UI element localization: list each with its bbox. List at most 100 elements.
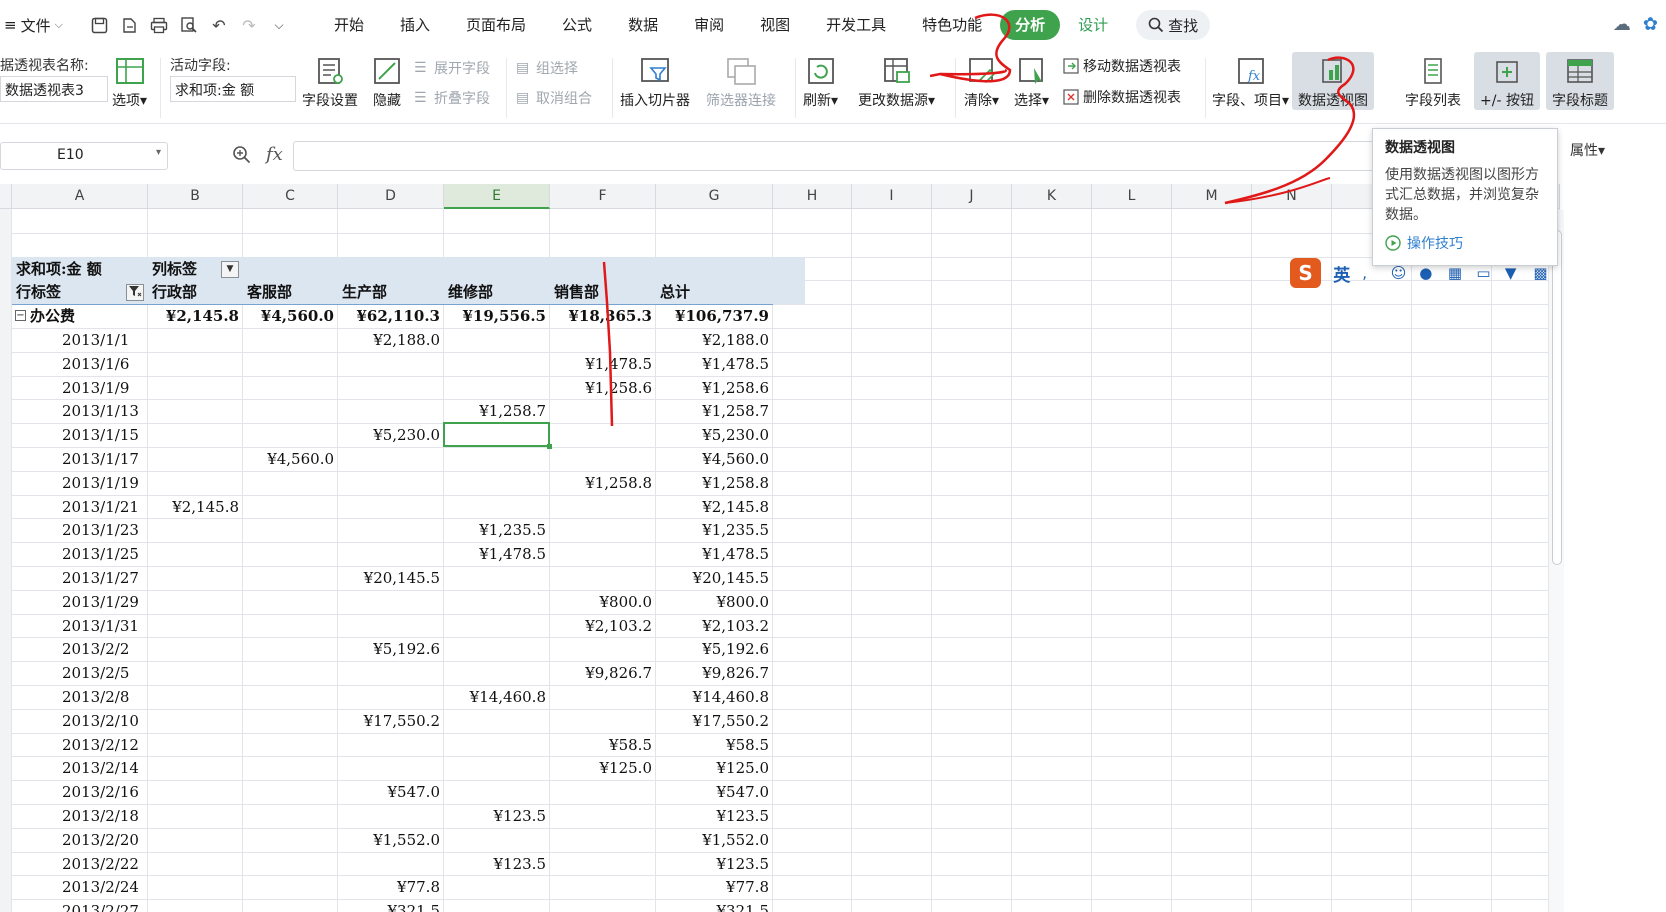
tab-page-layout[interactable]: 页面布局 xyxy=(448,10,544,40)
pivot-value-cell[interactable]: ¥58.5 xyxy=(660,733,769,758)
pivot-row-date[interactable]: 2013/2/18 xyxy=(62,804,144,829)
pivot-value-cell[interactable]: ¥547.0 xyxy=(660,780,770,805)
redo-icon[interactable]: ↷ xyxy=(240,16,258,35)
row-labels-filter-dropdown[interactable] xyxy=(126,284,144,302)
pivot-value-cell[interactable]: ¥1,552.0 xyxy=(660,828,769,853)
column-header-l[interactable]: L xyxy=(1092,184,1172,209)
function-icon[interactable]: fx xyxy=(266,144,283,165)
column-header-m[interactable]: M xyxy=(1172,184,1252,209)
pivot-value-cell[interactable]: ¥5,230.0 xyxy=(660,423,769,448)
tab-home[interactable]: 开始 xyxy=(316,10,382,40)
tab-insert[interactable]: 插入 xyxy=(382,10,448,40)
pivot-row-date[interactable]: 2013/1/31 xyxy=(62,614,144,639)
pivot-value-cell[interactable]: ¥1,235.5 xyxy=(448,518,546,543)
pivot-row-date[interactable]: 2013/1/25 xyxy=(62,542,144,567)
filter-connection-button[interactable]: 筛选器连接 xyxy=(706,56,776,110)
pivot-row-labels[interactable]: 行标签 xyxy=(16,280,144,305)
pivot-row-date[interactable]: 2013/1/17 xyxy=(62,447,144,472)
pivot-value-cell[interactable]: ¥9,826.7 xyxy=(554,661,652,686)
pivot-value-cell[interactable]: ¥17,550.2 xyxy=(342,709,440,734)
vertical-scrollbar[interactable] xyxy=(1548,210,1564,912)
pivot-column-header[interactable]: 总计 xyxy=(660,280,769,305)
pivot-value-cell[interactable]: ¥77.8 xyxy=(342,875,440,900)
zoom-search-icon[interactable] xyxy=(232,145,252,165)
pivot-row-date[interactable]: 2013/1/19 xyxy=(62,471,144,496)
pivot-column-header[interactable]: 客服部 xyxy=(247,280,334,305)
pivot-row-date[interactable]: 2013/2/16 xyxy=(62,780,144,805)
pivot-row-date[interactable]: 2013/2/20 xyxy=(62,828,144,853)
pivot-row-date[interactable]: 2013/2/10 xyxy=(62,709,144,734)
pivot-group-total[interactable]: ¥19,556.5 xyxy=(448,304,546,329)
pivot-group-total[interactable]: ¥106,737.9 xyxy=(660,304,769,329)
pivot-column-header[interactable]: 维修部 xyxy=(448,280,546,305)
pivot-value-cell[interactable]: ¥58.5 xyxy=(554,733,652,758)
move-pivot-button[interactable]: 移动数据透视表 xyxy=(1063,56,1181,76)
pivot-row-date[interactable]: 2013/2/8 xyxy=(62,685,144,710)
ime-language[interactable]: 英 xyxy=(1333,261,1350,286)
clear-button[interactable]: 清除▾ xyxy=(964,56,999,110)
selection-fill-handle[interactable] xyxy=(547,444,552,449)
field-settings-button[interactable]: 字段设置 xyxy=(302,56,358,110)
pivot-row-date[interactable]: 2013/1/15 xyxy=(62,423,144,448)
pivot-group-total[interactable]: ¥62,110.3 xyxy=(342,304,440,329)
plus-minus-buttons-toggle[interactable]: +/- 按钮 xyxy=(1474,52,1540,110)
pivot-value-cell[interactable]: ¥1,235.5 xyxy=(660,518,769,543)
keyboard-icon[interactable]: ▦ xyxy=(1448,264,1465,282)
tab-developer[interactable]: 开发工具 xyxy=(808,10,904,40)
tab-special-features[interactable]: 特色功能 xyxy=(904,10,1000,40)
customize-toolbar-icon[interactable]: ⌵ xyxy=(270,16,288,34)
tab-design[interactable]: 设计 xyxy=(1060,10,1126,40)
field-list-button[interactable]: 字段列表 xyxy=(1405,56,1461,110)
print-preview-icon[interactable] xyxy=(180,16,198,34)
pivot-value-cell[interactable]: ¥1,478.5 xyxy=(660,542,769,567)
pivot-row-date[interactable]: 2013/2/5 xyxy=(62,661,144,686)
pivot-column-header[interactable]: 生产部 xyxy=(342,280,440,305)
pivot-value-cell[interactable]: ¥1,478.5 xyxy=(448,542,546,567)
pivot-row-date[interactable]: 2013/2/22 xyxy=(62,852,144,877)
active-field-input[interactable]: 求和项:金 额 xyxy=(170,76,296,102)
delete-pivot-button[interactable]: 删除数据透视表 xyxy=(1063,87,1181,107)
field-headers-toggle[interactable]: 字段标题 xyxy=(1546,52,1614,110)
save-icon[interactable] xyxy=(90,16,108,34)
pivot-row-date[interactable]: 2013/1/27 xyxy=(62,566,144,591)
pivot-value-cell[interactable]: ¥1,258.7 xyxy=(660,399,769,424)
pivot-group-label[interactable]: 办公费 xyxy=(30,304,144,329)
microphone-icon[interactable]: ● xyxy=(1419,264,1436,282)
pivot-value-cell[interactable]: ¥5,192.6 xyxy=(660,637,769,662)
collapse-field-button[interactable]: ☰ 折叠字段 xyxy=(414,88,490,108)
pivot-row-date[interactable]: 2013/1/29 xyxy=(62,590,144,615)
pivot-value-cell[interactable]: ¥123.5 xyxy=(660,804,770,829)
pivot-value-cell[interactable]: ¥2,145.8 xyxy=(660,495,769,520)
pivot-value-cell[interactable]: ¥1,478.5 xyxy=(660,352,769,377)
expand-field-button[interactable]: ☰ 展开字段 xyxy=(414,58,490,78)
menu-grid-icon[interactable]: ▩ xyxy=(1533,264,1550,282)
print-icon[interactable] xyxy=(150,16,168,34)
column-header-g[interactable]: G xyxy=(656,184,773,209)
column-header-k[interactable]: K xyxy=(1012,184,1092,209)
pivot-row-date[interactable]: 2013/2/24 xyxy=(62,875,144,900)
pivot-value-cell[interactable]: ¥800.0 xyxy=(554,590,653,615)
pivot-column-header[interactable]: 行政部 xyxy=(152,280,239,305)
selected-cell-e10[interactable] xyxy=(443,422,550,447)
pivot-row-date[interactable]: 2013/2/14 xyxy=(62,756,144,781)
pivot-group-total[interactable]: ¥4,560.0 xyxy=(247,304,334,329)
pivot-value-cell[interactable]: ¥17,550.2 xyxy=(660,709,769,734)
export-pdf-icon[interactable] xyxy=(120,16,138,34)
select-button[interactable]: 选择▾ xyxy=(1014,56,1049,110)
pivot-value-cell[interactable]: ¥1,258.6 xyxy=(554,376,652,401)
fields-items-button[interactable]: fx 字段、项目▾ xyxy=(1212,56,1289,110)
pivot-row-date[interactable]: 2013/2/2 xyxy=(62,637,144,662)
column-header-f[interactable]: F xyxy=(550,184,656,209)
punctuation-icon[interactable]: , xyxy=(1362,264,1379,282)
name-box[interactable]: E10 ▾ xyxy=(0,142,168,170)
pivot-value-cell[interactable]: ¥125.0 xyxy=(554,756,653,781)
tab-data[interactable]: 数据 xyxy=(610,10,676,40)
formula-input[interactable] xyxy=(293,141,1503,171)
pivot-value-cell[interactable]: ¥1,258.8 xyxy=(554,471,652,496)
pivot-value-cell[interactable]: ¥5,192.6 xyxy=(342,637,440,662)
tooltip-tips-link[interactable]: 操作技巧 xyxy=(1385,233,1545,253)
pivot-chart-button[interactable]: 数据透视图 xyxy=(1292,52,1374,110)
change-data-source-button[interactable]: 更改数据源▾ xyxy=(858,56,935,110)
pivot-row-date[interactable]: 2013/1/1 xyxy=(62,328,144,353)
tab-formulas[interactable]: 公式 xyxy=(544,10,610,40)
